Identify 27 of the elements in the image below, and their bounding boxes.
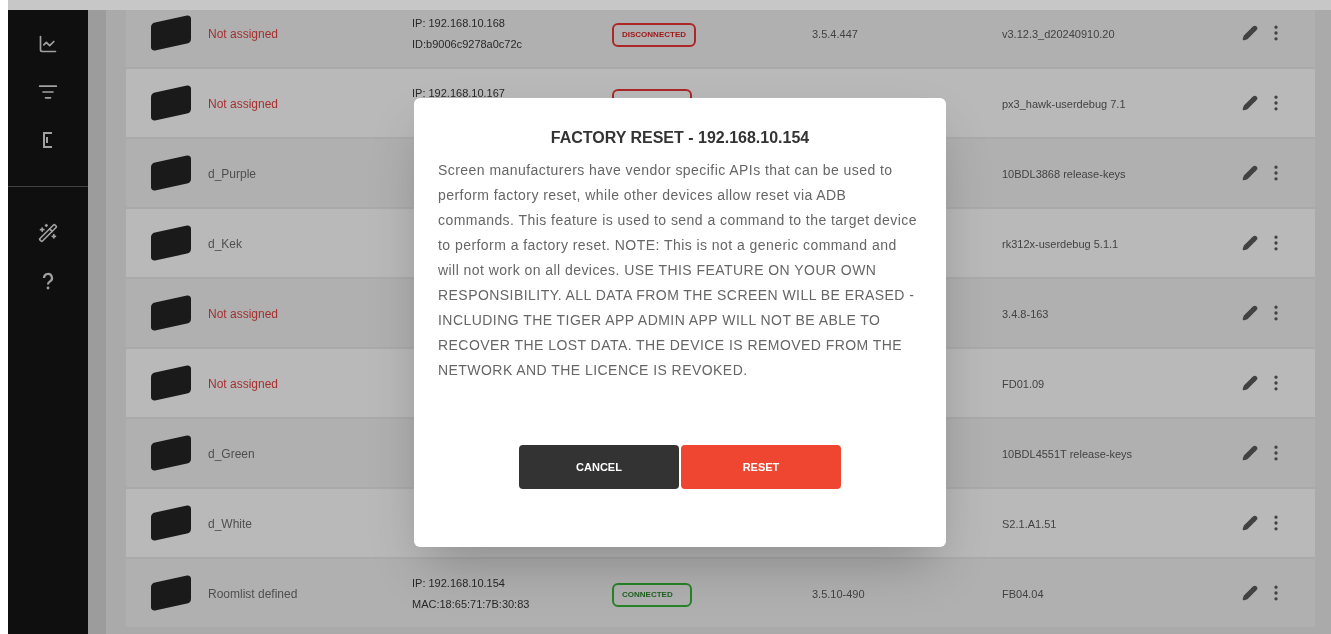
version-text: 3.5.10-490 bbox=[812, 588, 865, 600]
device-name: Roomlist defined bbox=[208, 587, 298, 601]
ip-address: IP: 192.168.10.167 bbox=[412, 86, 506, 101]
ip-address: IP: 192.168.10.154 bbox=[412, 576, 506, 591]
build-text: FD01.09 bbox=[1002, 378, 1045, 390]
device-name: Not assigned bbox=[208, 27, 279, 41]
build-text: px3_hawk-userdebug 7.1 bbox=[1002, 98, 1126, 110]
device-name: Not assigned bbox=[208, 377, 279, 391]
device-name: d_Purple bbox=[208, 167, 257, 181]
device-name: Not assigned bbox=[208, 97, 279, 111]
build-text: FB04.04 bbox=[1002, 588, 1044, 600]
build-text: 10BDL4551T release-keys bbox=[1002, 448, 1133, 460]
device-id: MAC:18:65:71:7B:30:83 bbox=[412, 596, 531, 612]
device-name: d_Green bbox=[208, 447, 255, 461]
status-badge: CONNECTED bbox=[612, 582, 692, 607]
build-text: 10BDL3868 release-keys bbox=[1002, 168, 1126, 180]
ip-address: IP: 192.168.10.168 bbox=[412, 16, 506, 31]
build-text: rk312x-userdebug 5.1.1 bbox=[1002, 238, 1119, 250]
build-text: 3.4.8-163 bbox=[1002, 308, 1049, 320]
device-id: ID:b9006c9278a0c72c bbox=[412, 36, 524, 52]
device-name: Not assigned bbox=[208, 307, 279, 321]
build-text: S2.1.A1.51 bbox=[1002, 518, 1057, 530]
device-name: d_Kek bbox=[208, 237, 243, 251]
status-badge: DISCONNECTED bbox=[612, 22, 696, 47]
build-text: v3.12.3_d20240910.20 bbox=[1002, 28, 1115, 40]
version-text: 3.5.4.447 bbox=[812, 28, 858, 40]
device-name: d_White bbox=[208, 517, 253, 531]
